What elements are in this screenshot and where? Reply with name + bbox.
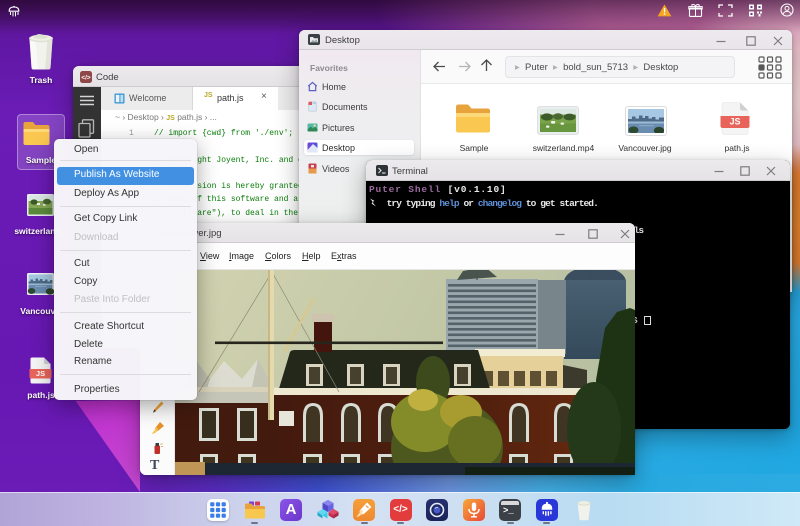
svg-text:JS: JS bbox=[729, 117, 740, 127]
svg-text:</>: </> bbox=[81, 75, 91, 82]
svg-text:JS: JS bbox=[36, 369, 45, 378]
